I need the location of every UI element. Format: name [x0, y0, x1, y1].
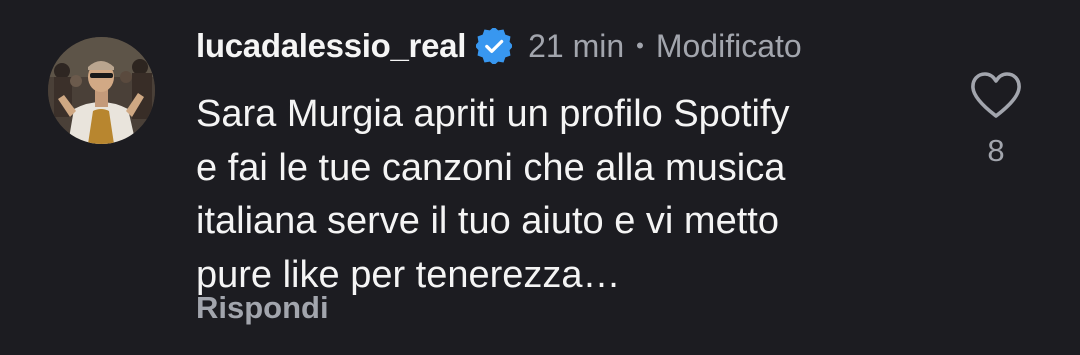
reply-button[interactable]: Rispondi: [196, 290, 329, 326]
avatar[interactable]: [48, 37, 155, 144]
comment-header: lucadalessio_real 21 min • Modificato: [196, 22, 802, 70]
comment-text-line: italiana serve il tuo aiuto e vi metto: [196, 200, 779, 242]
heart-icon: [971, 72, 1021, 118]
comment-text-line: e fai le tue canzoni che alla musica: [196, 146, 786, 189]
verified-badge-icon: [474, 26, 514, 66]
username[interactable]: lucadalessio_real: [196, 27, 466, 65]
comment-text-line: Sara Murgia apriti un profilo Spotify: [196, 93, 790, 135]
like-count: 8: [987, 133, 1005, 168]
avatar-image: [48, 37, 155, 144]
comment-text: Sara Murgia apriti un profilo Spotify e …: [196, 88, 916, 302]
comment-time: 21 min: [528, 27, 625, 64]
meta-separator: •: [636, 33, 644, 58]
like-button[interactable]: [968, 70, 1024, 120]
comment: lucadalessio_real 21 min • Modificato Sa…: [0, 0, 1080, 355]
edited-label: Modificato: [655, 27, 802, 64]
